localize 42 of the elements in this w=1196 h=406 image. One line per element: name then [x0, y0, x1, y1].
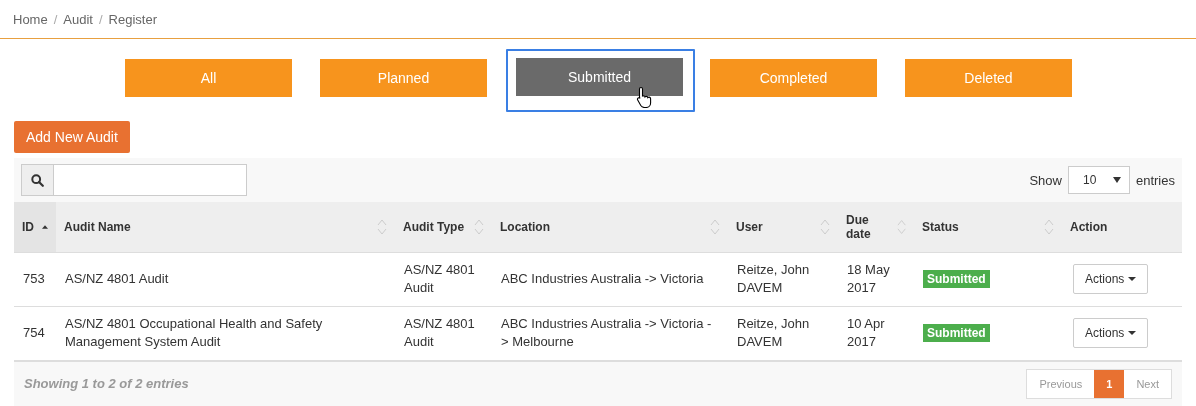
table-cell: AS/NZ 4801 Audit [65, 271, 169, 286]
pagination-button[interactable]: 1 [1094, 369, 1125, 398]
table-cell: AS/NZ 4801 Audit [404, 262, 475, 295]
column-header[interactable]: Status [922, 219, 959, 234]
caret-icon [1128, 277, 1137, 281]
table-cell: AS/NZ 4801 Audit [404, 316, 475, 349]
hand-cursor-icon [636, 86, 654, 108]
show-label: Show [1029, 172, 1062, 188]
column-header[interactable]: User [736, 219, 763, 234]
table-cell: 18 May 2017 [847, 262, 890, 295]
breadcrumb-item[interactable]: Home [13, 11, 48, 27]
table-cell: Reitze, John DAVEM [737, 316, 810, 349]
status-badge: Submitted [923, 270, 990, 288]
breadcrumb-item[interactable]: Audit [63, 11, 93, 27]
table-cell: AS/NZ 4801 Occupational Health and Safety Management System Audit [65, 316, 323, 349]
column-header[interactable]: Location [500, 219, 550, 234]
search-icon [31, 173, 44, 187]
breadcrumb-separator: / [98, 11, 103, 27]
table-cell: ABC Industries Australia -> Victoria - > Melbourne [501, 316, 712, 349]
table-cell: 10 Apr 2017 [847, 316, 885, 349]
add-audit-button[interactable]: Add New Audit [14, 121, 130, 153]
caret-icon [1128, 331, 1137, 335]
status-badge: Submitted [923, 324, 990, 342]
filter-tab[interactable]: Submitted [516, 58, 683, 96]
column-header: Action [1070, 219, 1108, 234]
actions-dropdown[interactable]: Actions [1073, 318, 1149, 348]
column-header[interactable]: Audit Name [64, 219, 131, 234]
caret-icon [1112, 177, 1121, 183]
entries-select[interactable]: 10 [1067, 166, 1130, 194]
column-header[interactable]: Due date [846, 212, 893, 241]
column-header[interactable]: Audit Type [403, 219, 465, 234]
entries-info: Showing 1 to 2 of 2 entries [24, 376, 189, 391]
search-field[interactable] [21, 164, 247, 196]
table-cell: 754 [23, 325, 45, 340]
breadcrumb-item: Register [108, 11, 157, 27]
actions-dropdown[interactable]: Actions [1073, 264, 1149, 294]
table-cell: ABC Industries Australia -> Victoria [501, 271, 704, 286]
column-header[interactable]: ID [22, 219, 34, 234]
entries-label: entries [1135, 172, 1175, 188]
table-cell: 753 [23, 271, 45, 286]
table-cell: Reitze, John DAVEM [737, 262, 810, 295]
breadcrumb-separator: / [53, 11, 58, 27]
